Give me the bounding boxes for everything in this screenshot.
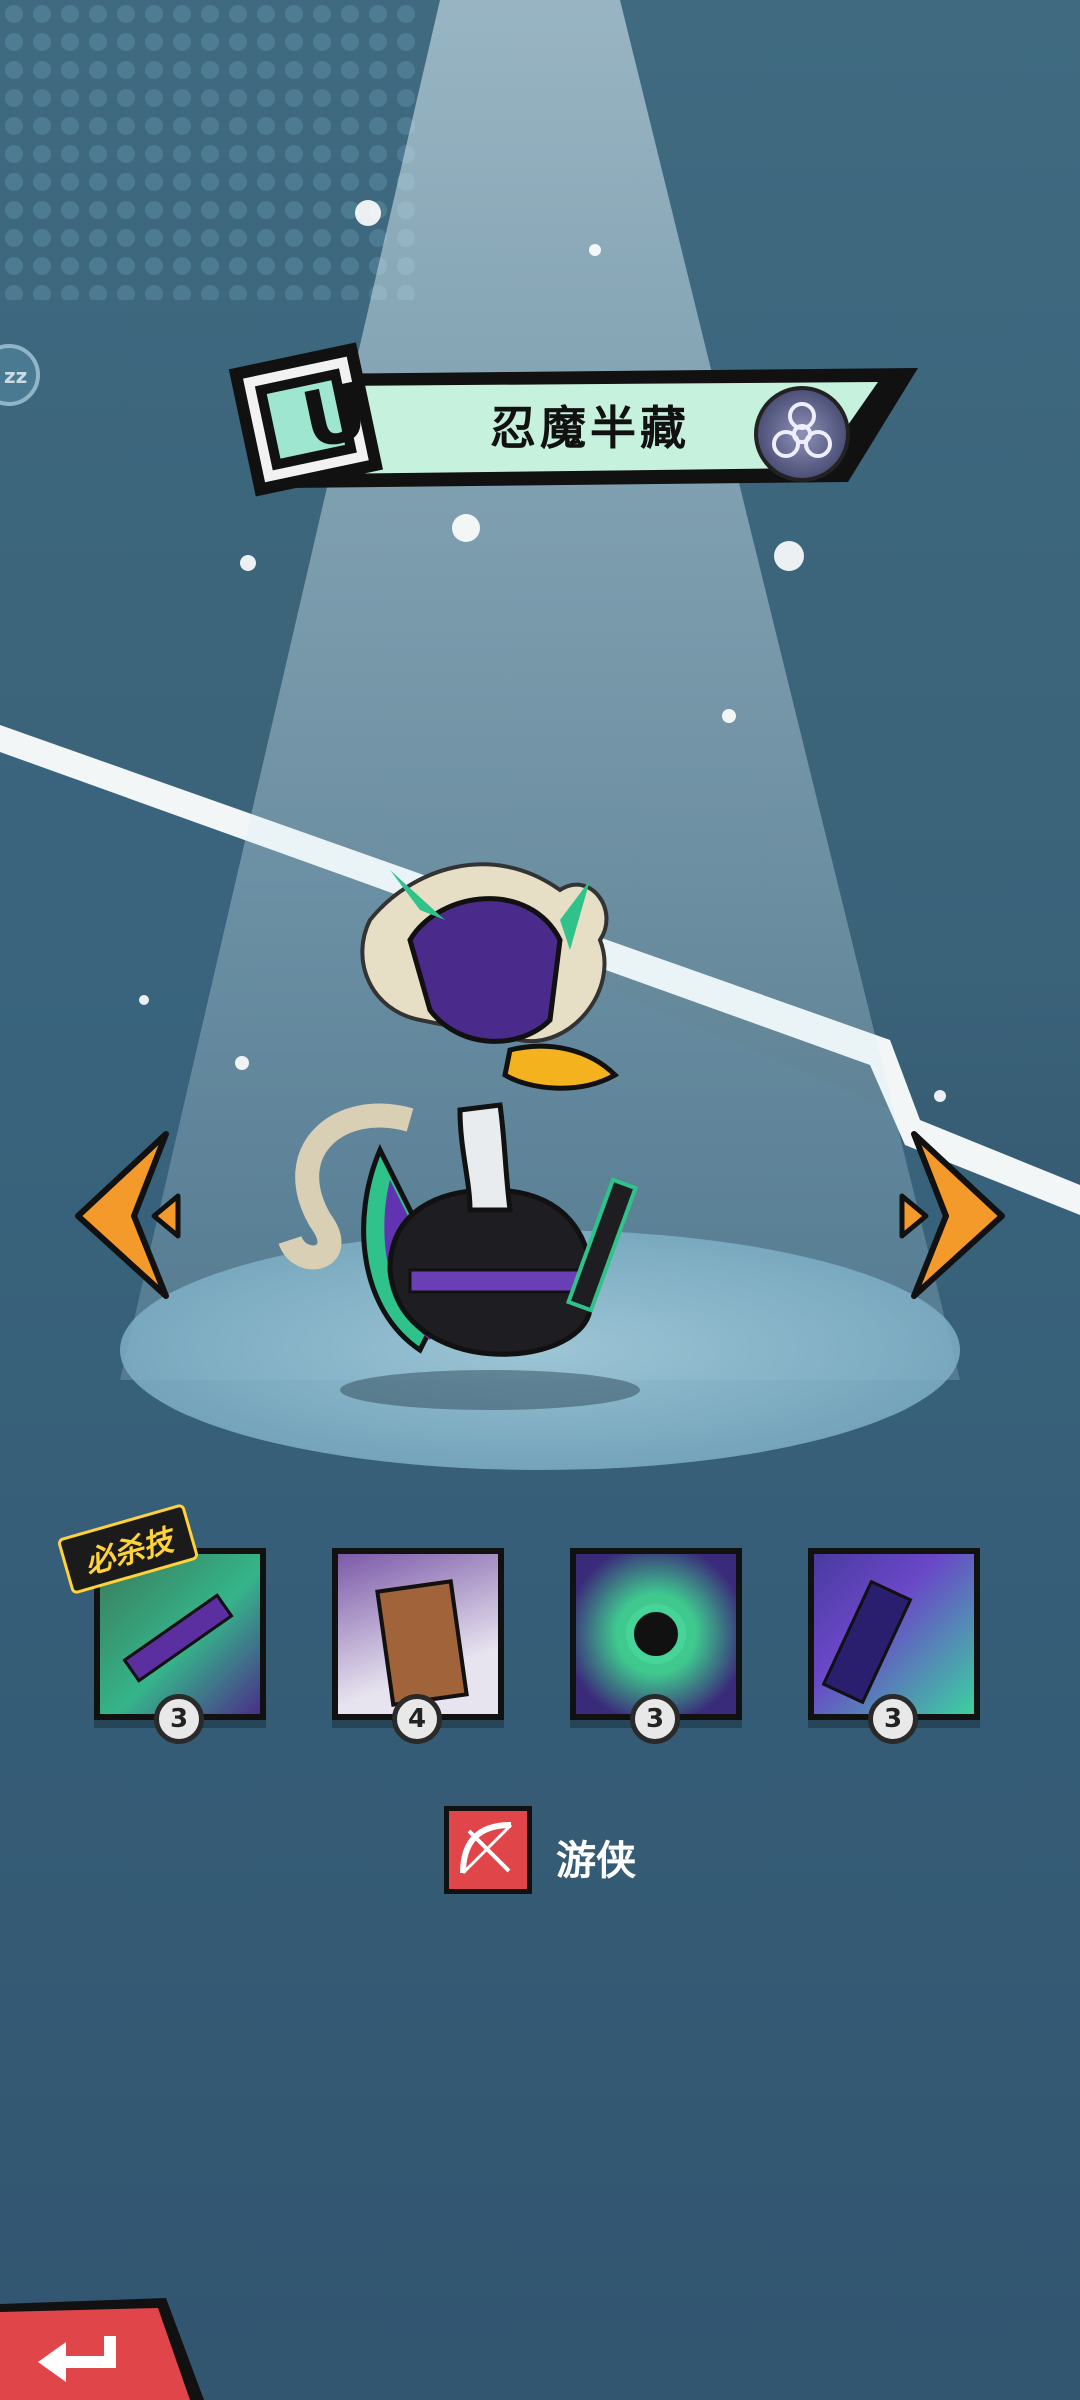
bow-icon [460,1822,513,1875]
rank-letter: U [294,366,376,468]
halftone-pattern [0,0,420,300]
tomoe-mark-skill-icon [626,1604,686,1664]
hero-character [278,862,640,1410]
biohazard-icon[interactable] [754,386,850,482]
skill-level-badge: 4 [392,1694,442,1744]
rank-badge: U [270,352,400,482]
next-hero-button[interactable] [896,1130,1006,1300]
hero-class-badge[interactable] [444,1806,532,1894]
green-slash-skill-icon [122,1593,234,1683]
log-dummy-skill-icon [375,1579,469,1707]
skill-level-badge: 3 [868,1694,918,1744]
chevron-right-icon [899,1131,1005,1299]
purple-blade-skill-icon [821,1579,913,1705]
skill-level-badge: 3 [630,1694,680,1744]
prev-hero-button[interactable] [74,1130,184,1300]
chevron-left-icon [75,1131,181,1299]
zz-icon: zz [4,364,28,388]
skill-level-badge: 3 [154,1694,204,1744]
hero-class-label: 游侠 [556,1838,636,1884]
hero-name: 忍魔半藏 [490,401,690,455]
back-button[interactable] [0,2296,210,2400]
